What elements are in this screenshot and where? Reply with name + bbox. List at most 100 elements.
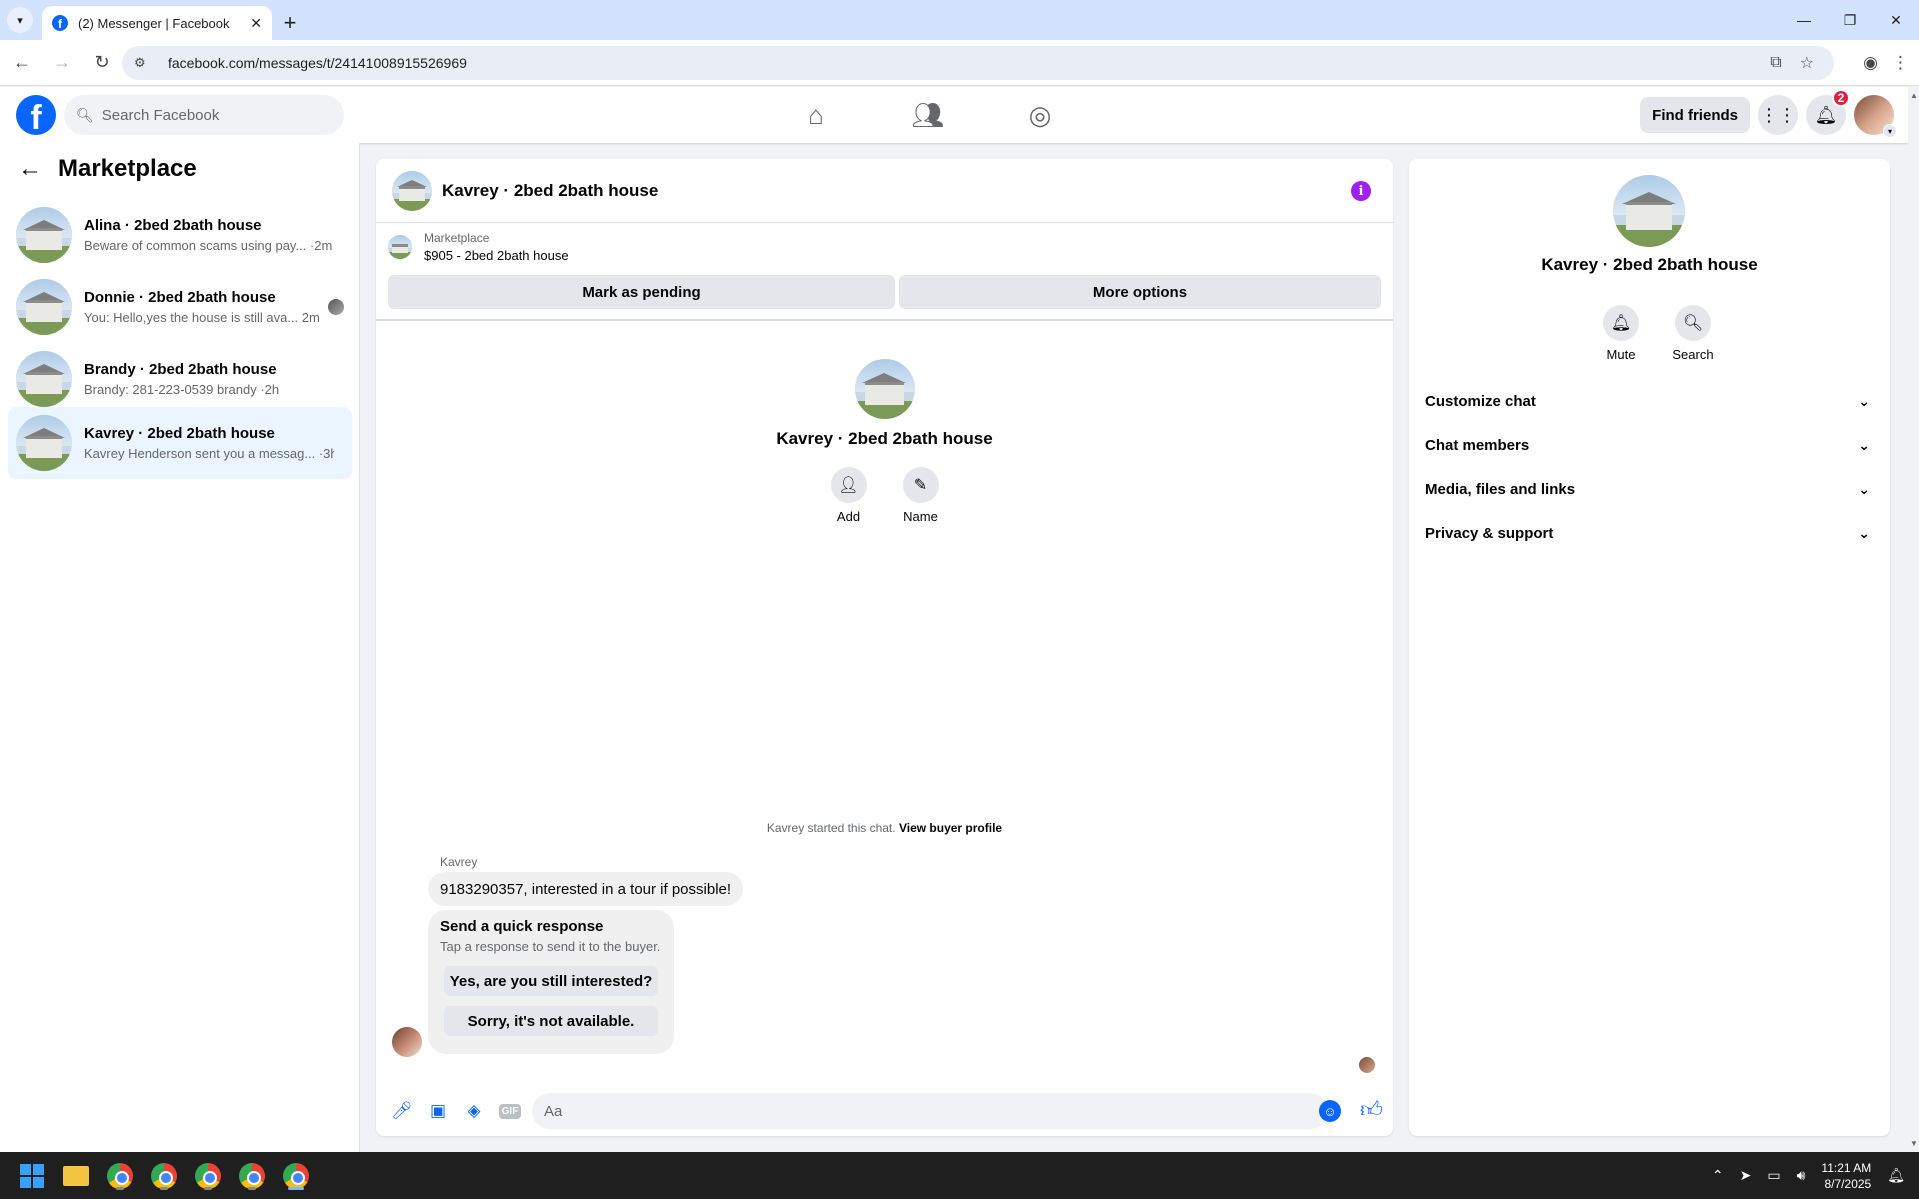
chrome-icon[interactable] [104,1160,136,1192]
name-label: Name [903,509,938,524]
reload-icon[interactable]: ↻ [84,45,120,81]
profile-icon[interactable]: ◉ [1863,53,1878,73]
sticker-icon[interactable]: ◈ [456,1093,492,1129]
notification-bell-icon[interactable]: 🔔︎ [1887,1167,1905,1184]
chevron-up-icon[interactable]: ⌃ [1712,1167,1724,1184]
page-scrollbar[interactable]: ▲ ▼ [1908,87,1919,1152]
groups-icon[interactable]: ◎ [984,87,1096,143]
back-icon[interactable]: ← [4,45,40,81]
search-in-chat-button[interactable]: 🔍︎ Search [1663,305,1723,362]
bell-icon: 🔔︎ [1814,104,1838,125]
buyer-avatar[interactable] [392,1027,422,1057]
tab-search-button[interactable]: ▾ [0,0,40,40]
chrome-icon[interactable] [192,1160,224,1192]
sender-name: Kavrey [440,855,478,869]
mark-as-pending-button[interactable]: Mark as pending [388,275,895,309]
close-tab-icon[interactable]: ✕ [250,15,262,32]
message-composer: 🎤︎ ▣ ◈ GIF ☺ 👍︎ [376,1086,1393,1136]
chat-title[interactable]: Kavrey · 2bed 2bath house [442,181,658,201]
site-info-icon[interactable]: ⚙ [134,55,156,71]
bookmark-star-icon[interactable]: ☆ [1800,53,1814,73]
search-label: Search [1672,347,1714,362]
facebook-logo-icon[interactable]: f [16,95,56,135]
forward-icon[interactable]: → [44,45,80,81]
clock[interactable]: 11:21 AM 8/7/2025 [1821,1160,1871,1192]
home-icon[interactable]: ⌂ [760,87,872,143]
microphone-icon[interactable]: 🎤︎ [384,1093,420,1129]
minimize-icon[interactable]: — [1781,0,1827,40]
customize-chat-row[interactable]: Customize chat ⌄ [1425,383,1874,419]
menu-grid-icon[interactable]: ⋮⋮ [1758,95,1798,135]
conversation-item[interactable]: Donnie · 2bed 2bath house You: Hello,yes… [8,271,352,343]
chrome-icon[interactable] [236,1160,268,1192]
chevron-down-icon: ▾ [7,7,33,33]
quick-response-sorry-button[interactable]: Sorry, it's not available. [444,1006,658,1036]
conversation-item[interactable]: Alina · 2bed 2bath house Beware of commo… [8,199,352,271]
scroll-up-icon[interactable]: ▲ [1910,91,1918,100]
restore-icon[interactable]: ❐ [1827,0,1873,40]
row-label: Privacy & support [1425,524,1554,542]
friends-icon[interactable]: 👥︎ [872,87,984,143]
gif-button[interactable]: GIF [492,1093,528,1129]
back-arrow-icon[interactable]: ← [18,155,42,183]
chat-info-panel: Kavrey · 2bed 2bath house 🔔︎ Mute 🔍︎ Sea… [1409,159,1890,1136]
browser-tab[interactable]: f (2) Messenger | Facebook ✕ [42,6,272,40]
listing-title[interactable]: $905 - 2bed 2bath house [424,248,569,263]
emoji-icon[interactable]: ☺ [1319,1100,1341,1122]
account-avatar[interactable]: ▾ [1854,95,1897,138]
quick-response-subtitle: Tap a response to send it to the buyer. [440,939,661,954]
media-files-links-row[interactable]: Media, files and links ⌄ [1425,471,1874,507]
gif-icon: GIF [498,1103,522,1119]
chrome-icon[interactable] [280,1160,312,1192]
info-icon[interactable]: i [1351,181,1371,201]
conversation-item-active[interactable]: Kavrey · 2bed 2bath house Kavrey Henders… [8,407,352,479]
notifications-button[interactable]: 🔔︎ 2 [1806,89,1850,135]
install-app-icon[interactable]: ⧉ [1770,54,1781,72]
mute-button[interactable]: 🔔︎ Mute [1591,305,1651,362]
network-icon[interactable]: ▭ [1767,1167,1780,1184]
chrome-icon[interactable] [148,1160,180,1192]
chevron-down-icon: ⌄ [1858,524,1870,541]
new-tab-button[interactable]: + [272,6,308,40]
chat-info-avatar [1613,175,1685,247]
facebook-favicon-icon: f [52,15,68,31]
close-window-icon[interactable]: ✕ [1873,0,1919,40]
facebook-search-input[interactable]: 🔍︎ Search Facebook [64,95,344,135]
bell-icon: 🔔︎ [1603,305,1639,341]
photo-icon[interactable]: ▣ [420,1093,456,1129]
file-explorer-icon[interactable] [60,1160,92,1192]
chat-members-row[interactable]: Chat members ⌄ [1425,427,1874,463]
intro-avatar [854,359,915,419]
listing-thumbnail [16,351,72,407]
view-buyer-profile-link[interactable]: View buyer profile [899,821,1002,835]
row-label: Media, files and links [1425,480,1576,498]
message-input[interactable] [532,1093,1328,1129]
add-people-button[interactable]: 👤︎ Add [826,467,872,524]
listing-thumbnail [16,207,72,263]
chat-info-name: Kavrey · 2bed 2bath house [1541,255,1758,274]
find-friends-button[interactable]: Find friends [1640,97,1750,133]
windows-taskbar: ⌃ ➤ ▭ 🔊︎ 11:21 AM 8/7/2025 🔔︎ [0,1152,1919,1199]
conversation-item[interactable]: Brandy · 2bed 2bath house Brandy: 281-22… [8,343,352,415]
scroll-down-icon[interactable]: ▼ [1910,1139,1918,1148]
quick-response-card: Send a quick response Tap a response to … [428,910,674,1054]
browser-menu-icon[interactable]: ⋮ [1892,53,1909,73]
windows-start-icon[interactable] [20,1164,44,1188]
mute-label: Mute [1606,347,1636,362]
thumbs-up-icon[interactable]: 👍︎ [1360,1096,1383,1123]
location-icon[interactable]: ➤ [1740,1167,1752,1184]
address-bar[interactable]: ⚙ facebook.com/messages/t/24141008915526… [122,46,1834,80]
edit-name-button[interactable]: ✎ Name [898,467,944,524]
privacy-support-row[interactable]: Privacy & support ⌄ [1425,515,1874,551]
listing-thumbnail[interactable] [388,235,412,259]
quick-response-yes-button[interactable]: Yes, are you still interested? [444,966,658,996]
search-icon: 🔍︎ [1675,305,1711,341]
chat-avatar[interactable] [392,170,432,211]
volume-icon[interactable]: 🔊︎ [1797,1167,1806,1184]
chat-start-note: Kavrey started this chat. View buyer pro… [376,821,1393,835]
add-label: Add [836,509,861,524]
seen-indicator-avatar [1359,1057,1375,1073]
more-options-button[interactable]: More options [899,275,1381,309]
message-bubble[interactable]: 9183290357, interested in a tour if poss… [428,872,744,906]
clock-date: 8/7/2025 [1824,1176,1872,1191]
